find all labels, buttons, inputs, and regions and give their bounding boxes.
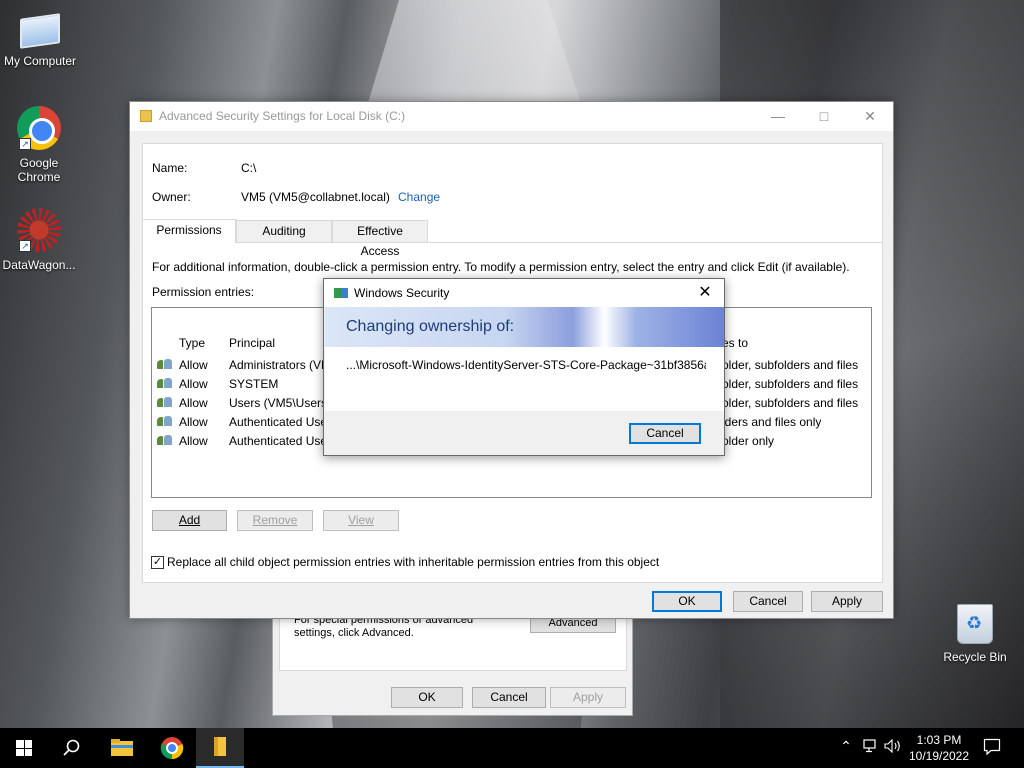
tab-effective-access[interactable]: Effective Access xyxy=(332,220,428,258)
dialog-banner: Changing ownership of: xyxy=(325,307,724,347)
desktop-icon-datawagon[interactable]: ↗ DataWagon... xyxy=(0,208,79,272)
dialog-title-bar[interactable]: Windows Security ✕ xyxy=(324,279,724,307)
owner-label: Owner: xyxy=(152,190,191,204)
windows-logo-icon xyxy=(16,740,32,756)
user-group-icon xyxy=(157,377,173,390)
row-principal: Authenticated Use xyxy=(229,415,325,429)
computer-icon xyxy=(20,13,60,49)
add-button[interactable]: Add xyxy=(152,510,227,531)
recycle-bin-icon xyxy=(957,604,993,644)
properties-apply-button[interactable]: Apply xyxy=(550,687,626,708)
dialog-cancel-button[interactable]: Cancel xyxy=(629,423,701,444)
chevron-up-icon: ⌃ xyxy=(840,738,852,754)
name-label: Name: xyxy=(152,161,188,175)
change-owner-link[interactable]: Change xyxy=(398,190,440,204)
desktop-icon-label: DataWagon... xyxy=(2,258,76,272)
desktop-icon-label: Recycle Bin xyxy=(943,650,1007,664)
close-button[interactable]: ✕ xyxy=(847,102,893,131)
info-text: For additional information, double-click… xyxy=(152,260,850,274)
shortcut-arrow-icon: ↗ xyxy=(19,240,31,252)
start-button[interactable] xyxy=(0,728,48,768)
ok-button[interactable]: OK xyxy=(652,591,722,612)
taskbar: ⌃ 1:03 PM 10/19/2022 xyxy=(0,728,1024,768)
replace-child-permissions-label[interactable]: Replace all child object permission entr… xyxy=(167,555,659,569)
chrome-icon xyxy=(160,737,184,760)
title-bar[interactable]: Advanced Security Settings for Local Dis… xyxy=(130,102,893,131)
row-applies-to: lders and files only xyxy=(722,415,822,429)
maximize-button[interactable]: □ xyxy=(801,102,847,131)
volume-button[interactable] xyxy=(884,738,902,756)
taskbar-file-explorer[interactable] xyxy=(98,728,146,768)
clock-time: 1:03 PM xyxy=(916,733,962,747)
speaker-icon xyxy=(884,738,900,754)
tab-auditing[interactable]: Auditing xyxy=(236,220,332,242)
clock[interactable]: 1:03 PM 10/19/2022 xyxy=(906,732,972,764)
folder-icon xyxy=(214,737,226,756)
network-icon xyxy=(863,739,876,753)
row-type: Allow xyxy=(179,358,208,372)
row-applies-to: older only xyxy=(722,434,775,448)
owner-value: VM5 (VM5@collabnet.local) xyxy=(241,190,390,204)
clock-date: 10/19/2022 xyxy=(908,749,970,763)
row-principal: Users (VM5\Users) xyxy=(229,396,325,410)
replace-child-permissions-checkbox[interactable]: ✓ xyxy=(151,556,164,569)
search-icon xyxy=(63,739,80,756)
notification-center-button[interactable] xyxy=(980,738,1004,759)
dialog-close-button[interactable]: ✕ xyxy=(692,281,718,305)
remove-button[interactable]: Remove xyxy=(237,510,313,531)
cancel-button[interactable]: Cancel xyxy=(733,591,803,612)
desktop-icon-google-chrome[interactable]: ↗ Google Chrome xyxy=(0,106,79,184)
column-header-type[interactable]: Type xyxy=(179,336,205,350)
tab-divider xyxy=(142,242,883,243)
permission-entries-label: Permission entries: xyxy=(152,285,255,299)
security-icon xyxy=(334,288,348,298)
row-principal: SYSTEM xyxy=(229,377,279,391)
row-type: Allow xyxy=(179,396,208,410)
column-header-principal[interactable]: Principal xyxy=(229,336,275,350)
row-applies-to: older, subfolders and files xyxy=(722,396,859,410)
column-header-applies-to[interactable]: es to xyxy=(722,336,748,350)
row-applies-to: older, subfolders and files xyxy=(722,358,859,372)
row-type: Allow xyxy=(179,434,208,448)
desktop-icon-my-computer[interactable]: My Computer xyxy=(0,8,80,68)
windows-security-dialog: Windows Security ✕ Changing ownership of… xyxy=(323,278,725,456)
notification-icon xyxy=(983,738,1001,756)
apply-button[interactable]: Apply xyxy=(811,591,883,612)
shortcut-arrow-icon: ↗ xyxy=(19,138,31,150)
row-applies-to: older, subfolders and files xyxy=(722,377,859,391)
window-title: Advanced Security Settings for Local Dis… xyxy=(159,109,406,123)
dialog-title: Windows Security xyxy=(354,286,450,300)
user-group-icon xyxy=(157,358,173,371)
properties-cancel-button[interactable]: Cancel xyxy=(472,687,546,708)
network-button[interactable] xyxy=(862,739,880,756)
tray-overflow-button[interactable]: ⌃ xyxy=(838,738,854,755)
desktop-icon-label: Google Chrome xyxy=(17,156,61,184)
row-type: Allow xyxy=(179,415,208,429)
name-value: C:\ xyxy=(241,161,257,175)
taskbar-active-folder[interactable] xyxy=(196,728,244,768)
tab-permissions[interactable]: Permissions xyxy=(142,219,236,243)
row-type: Allow xyxy=(179,377,208,391)
user-group-icon xyxy=(157,396,173,409)
dialog-body: ...\Microsoft-Windows-IdentityServer-STS… xyxy=(325,347,724,411)
taskbar-chrome[interactable] xyxy=(148,728,196,768)
row-principal: Authenticated Use xyxy=(229,434,325,448)
properties-ok-button[interactable]: OK xyxy=(391,687,463,708)
row-principal: Administrators (VM xyxy=(229,358,325,372)
user-group-icon xyxy=(157,415,173,428)
desktop-icon-recycle-bin[interactable]: Recycle Bin xyxy=(935,604,1015,664)
chrome-icon: ↗ xyxy=(17,106,61,150)
file-explorer-icon xyxy=(111,739,133,756)
minimize-button[interactable]: — xyxy=(755,102,801,131)
search-button[interactable] xyxy=(48,728,96,768)
ownership-path: ...\Microsoft-Windows-IdentityServer-STS… xyxy=(346,358,706,372)
folder-icon xyxy=(140,110,152,122)
view-button[interactable]: View xyxy=(323,510,399,531)
dialog-heading: Changing ownership of: xyxy=(346,318,515,335)
desktop-icon-label: My Computer xyxy=(3,54,77,68)
user-group-icon xyxy=(157,434,173,447)
datawagon-icon: ↗ xyxy=(17,208,61,252)
